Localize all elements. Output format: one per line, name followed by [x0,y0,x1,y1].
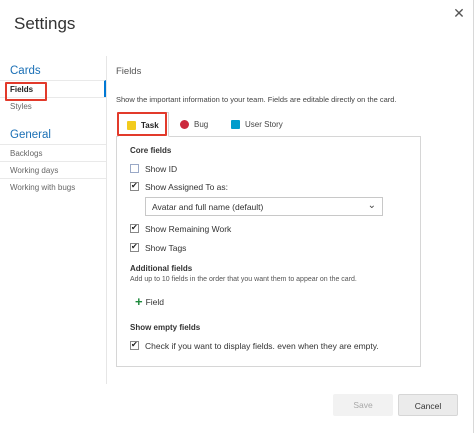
show-tags-label: Show Tags [145,243,187,253]
dialog-title: Settings [14,14,76,33]
show-empty-checkbox[interactable] [130,340,139,350]
tab-bug[interactable]: Bug [172,112,220,137]
show-remaining-label: Show Remaining Work [145,224,232,234]
sidebar-item-working-with-bugs[interactable]: Working with bugs [0,178,106,195]
empty-fields-label: Show empty fields [130,323,201,332]
show-assigned-label: Show Assigned To as: [145,182,229,192]
section-description: Show the important information to your t… [116,95,397,104]
highlight-fields [5,82,47,101]
close-icon[interactable]: ✕ [452,6,466,20]
settings-dialog: Settings ✕ Cards Fields Styles General B… [0,0,474,433]
show-id-label: Show ID [145,164,178,174]
sidebar-heading-general: General [10,129,51,141]
additional-fields-label: Additional fields [130,264,193,273]
sidebar-item-backlogs[interactable]: Backlogs [0,144,106,161]
show-id-checkbox[interactable] [130,164,139,173]
plus-icon: + [135,294,143,309]
core-fields-label: Core fields [130,146,172,155]
tab-label: Bug [194,120,209,129]
tab-label: User Story [245,120,283,129]
user-story-icon [231,120,240,129]
bug-icon [180,120,189,129]
cancel-button[interactable]: Cancel [398,394,458,416]
show-tags-checkbox[interactable] [130,242,139,252]
section-heading: Fields [116,66,142,77]
save-button[interactable]: Save [333,394,393,416]
tab-user-story[interactable]: User Story [223,112,295,137]
assigned-display-select[interactable]: Avatar and full name (default) ⌄ [145,197,383,216]
highlight-task-tab [117,112,167,136]
chevron-down-icon: ⌄ [367,200,376,211]
sidebar-divider [106,56,107,384]
show-empty-label: Check if you want to display fields. eve… [145,341,379,351]
show-assigned-checkbox[interactable] [130,181,139,191]
additional-fields-description: Add up to 10 fields in the order that yo… [130,276,357,283]
show-remaining-checkbox[interactable] [130,223,139,233]
sidebar-heading-cards: Cards [10,65,41,77]
add-field-button[interactable]: + Field [135,294,164,309]
add-field-label: Field [145,297,165,307]
select-value: Avatar and full name (default) [152,202,264,212]
sidebar-item-working-days[interactable]: Working days [0,161,106,178]
task-fields-panel: Core fields Show ID Show Assigned To as:… [116,137,421,367]
